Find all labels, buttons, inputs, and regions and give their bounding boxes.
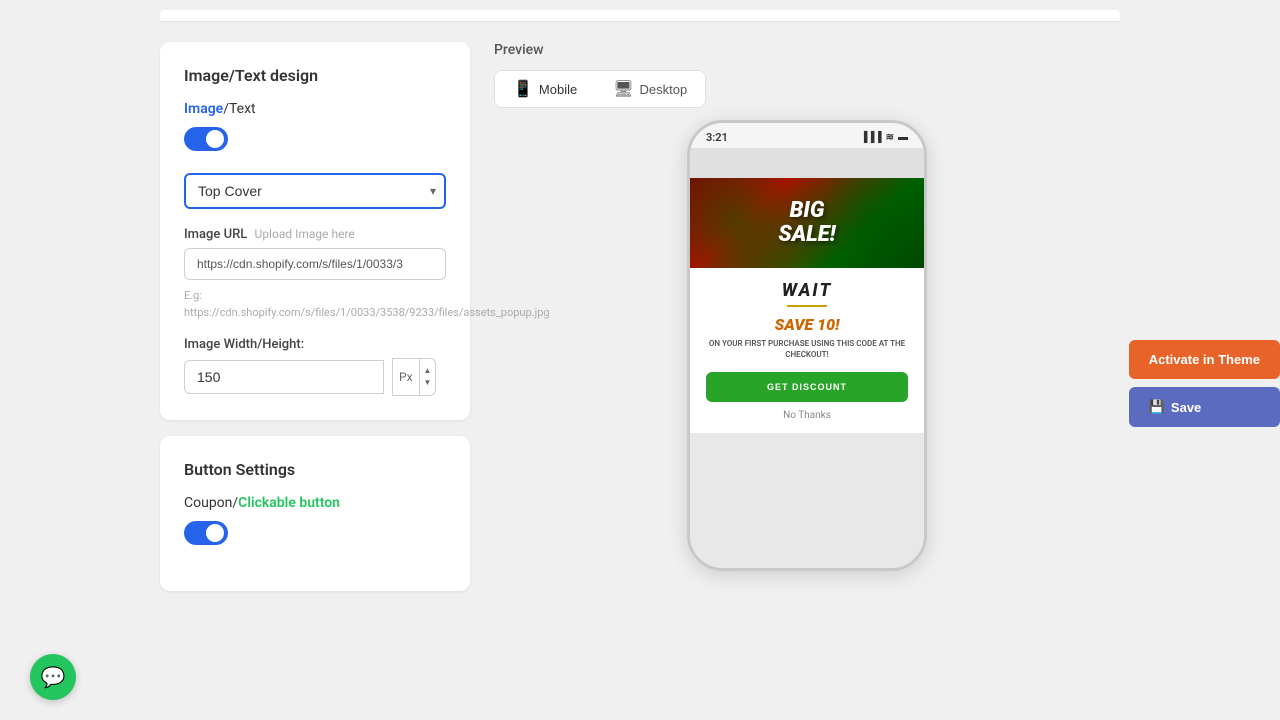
upload-link[interactable]: Upload Image here [255, 227, 355, 241]
big-sale-text: BIG SALE! [778, 199, 835, 247]
cover-select-wrapper: Top Cover Bottom Cover Left Cover Right … [184, 173, 446, 209]
button-settings-title: Button Settings [184, 460, 446, 479]
popup-divider [787, 305, 827, 307]
image-text-toggle[interactable] [184, 127, 228, 151]
preview-label: Preview [494, 42, 1120, 58]
image-url-label: Image URL Upload Image here [184, 227, 446, 242]
battery-icon: ▬ [898, 132, 908, 143]
px-unit: Px ▲ ▼ [392, 358, 436, 396]
popup-discount-button[interactable]: GET DISCOUNT [706, 372, 908, 402]
save-icon: 💾 [1149, 399, 1165, 415]
popup-image: BIG SALE! [690, 178, 924, 268]
image-text-design-card: Image/Text design Image/Text Top Cover B… [160, 42, 470, 420]
status-icons: ▐▐▐ ≋ ▬ [860, 132, 908, 143]
tab-mobile-label: Mobile [539, 82, 577, 97]
increment-button[interactable]: ▲ [420, 365, 436, 377]
image-label: Image [184, 101, 223, 117]
url-example: E.g: https://cdn.shopify.com/s/files/1/0… [184, 288, 446, 321]
desktop-icon: 🖥 [613, 79, 633, 99]
popup-save-text: SAVE 10! [706, 315, 908, 334]
text-label: /Text [223, 101, 255, 117]
popup-description: ON YOUR FIRST PURCHASE USING THIS CODE A… [706, 338, 908, 360]
popup: BIG SALE! WAIT SAVE 10! ON YOUR FIRST PU… [690, 178, 924, 433]
dimension-label: Image Width/Height: [184, 337, 446, 352]
save-label: Save [1171, 400, 1201, 415]
image-url-input[interactable] [184, 248, 446, 280]
button-toggle[interactable] [184, 521, 228, 545]
preview-tabs: 📱 Mobile 🖥 Desktop [494, 70, 706, 108]
left-panel: Image/Text design Image/Text Top Cover B… [160, 42, 470, 700]
px-label: Px [393, 359, 420, 395]
popup-body: WAIT SAVE 10! ON YOUR FIRST PURCHASE USI… [690, 268, 924, 433]
tab-desktop[interactable]: 🖥 Desktop [595, 71, 705, 107]
tab-desktop-label: Desktop [640, 82, 688, 97]
chat-bubble[interactable]: 💬 [30, 654, 76, 700]
button-settings-card: Button Settings Coupon/Clickable button [160, 436, 470, 591]
right-panel: Preview 📱 Mobile 🖥 Desktop 3:21 ▐▐▐ [494, 42, 1120, 700]
tab-mobile[interactable]: 📱 Mobile [495, 71, 595, 107]
mobile-icon: 📱 [513, 79, 533, 99]
cover-select[interactable]: Top Cover Bottom Cover Left Cover Right … [184, 173, 446, 209]
wifi-icon: ≋ [886, 132, 894, 143]
save-button[interactable]: 💾 Save [1129, 387, 1280, 427]
signal-icon: ▐▐▐ [860, 132, 881, 143]
phone-container: 3:21 ▐▐▐ ≋ ▬ [494, 120, 1120, 700]
phone-content: BIG SALE! WAIT SAVE 10! ON YOUR FIRST PU… [690, 148, 924, 568]
phone-bg-top [690, 148, 924, 178]
px-arrows: ▲ ▼ [420, 365, 436, 389]
image-text-toggle-label: Image/Text [184, 101, 446, 117]
toggle-slider [184, 127, 228, 151]
phone-frame: 3:21 ▐▐▐ ≋ ▬ [687, 120, 927, 571]
top-divider [160, 10, 1120, 22]
chat-icon: 💬 [41, 665, 66, 689]
coupon-label-normal: Coupon/ [184, 495, 238, 511]
dimension-input[interactable] [184, 360, 384, 394]
popup-no-thanks[interactable]: No Thanks [706, 410, 908, 421]
image-text-title: Image/Text design [184, 66, 446, 85]
coupon-toggle-label: Coupon/Clickable button [184, 495, 446, 511]
clickable-label: Clickable button [238, 495, 340, 511]
activate-in-theme-button[interactable]: Activate in Theme [1129, 340, 1280, 379]
button-toggle-slider [184, 521, 228, 545]
phone-time: 3:21 [706, 131, 728, 144]
floating-buttons: Activate in Theme 💾 Save [1129, 340, 1280, 427]
dimension-row: Px ▲ ▼ [184, 358, 446, 396]
decrement-button[interactable]: ▼ [420, 377, 436, 389]
phone-status-bar: 3:21 ▐▐▐ ≋ ▬ [690, 123, 924, 148]
popup-wait-text: WAIT [706, 280, 908, 301]
